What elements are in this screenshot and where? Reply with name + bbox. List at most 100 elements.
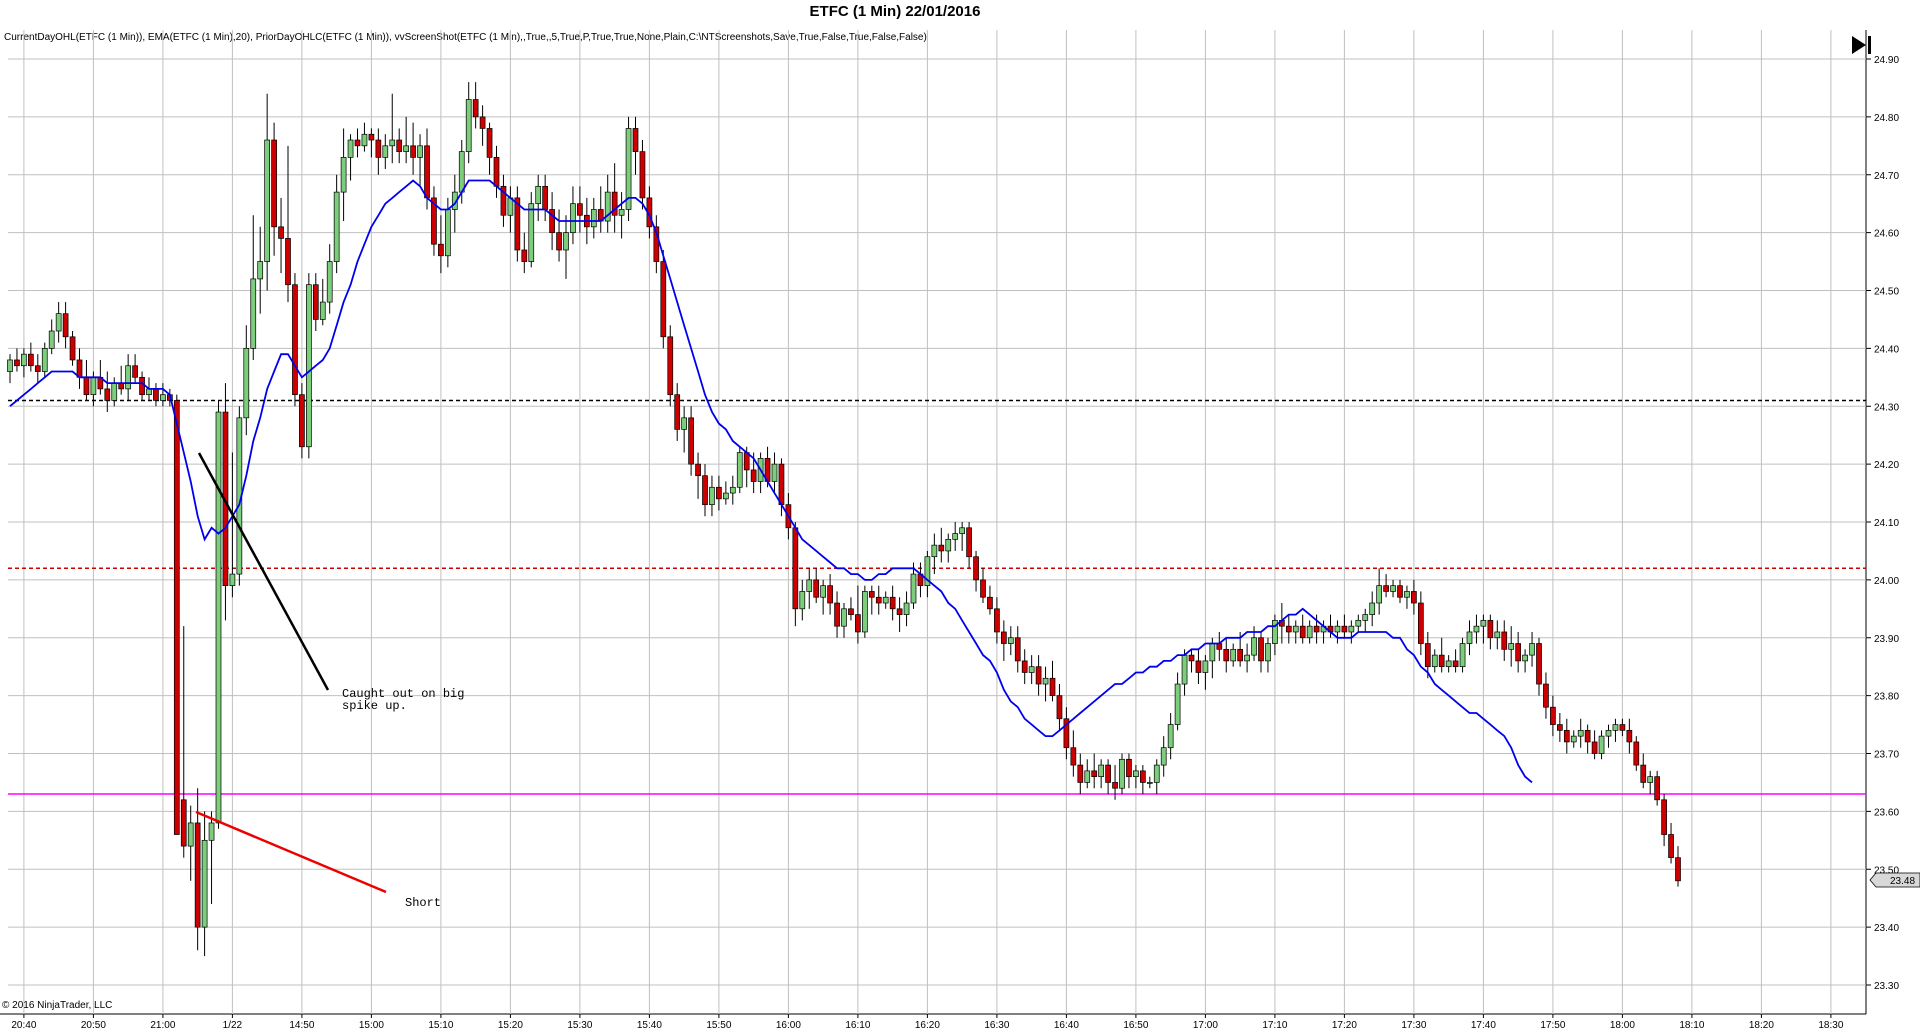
candle-body (354, 139, 361, 147)
candle (312, 273, 319, 332)
candle (618, 192, 625, 239)
candle-body (1251, 637, 1257, 656)
candle-body (243, 348, 250, 419)
candle-body (792, 527, 799, 610)
candle-body (834, 602, 840, 627)
candle (1334, 620, 1341, 644)
candle (472, 82, 479, 129)
candle-body (750, 469, 757, 482)
candle-body (1612, 724, 1619, 731)
candle-body (1654, 776, 1661, 801)
candle (792, 522, 799, 627)
time-tick-label: 17:20 (1332, 1020, 1357, 1031)
candle (1612, 718, 1619, 742)
candle (1556, 712, 1563, 742)
candle (1139, 765, 1146, 795)
scroll-to-end-icon[interactable] (1852, 36, 1871, 54)
candle-body (1424, 643, 1431, 668)
candle-body (1640, 764, 1647, 783)
candle (681, 406, 688, 453)
candle-body (820, 585, 827, 598)
candle (1355, 614, 1362, 632)
candle (882, 591, 889, 609)
time-tick-label: 14:50 (289, 1020, 314, 1031)
time-tick-label: 17:00 (1193, 1020, 1218, 1031)
candle (1049, 660, 1056, 702)
candle (1223, 637, 1230, 673)
candle (1153, 759, 1160, 795)
candle-body (215, 411, 222, 824)
time-tick-label: 18:30 (1818, 1020, 1843, 1031)
candle (1028, 655, 1035, 685)
candle-body (945, 539, 952, 552)
candle-body (695, 463, 701, 477)
candle (611, 163, 618, 233)
candle (76, 348, 83, 389)
candle-body (882, 596, 889, 604)
chart-title: ETFC (1 Min) 22/01/2016 (810, 3, 981, 20)
candle (896, 597, 903, 632)
candle (1570, 730, 1577, 748)
candle (695, 452, 701, 499)
candle-body (577, 203, 583, 216)
candle (716, 475, 722, 511)
candle-body (521, 249, 528, 262)
candle-body (861, 591, 868, 633)
candle (528, 192, 535, 268)
price-tick-label: 24.60 (1874, 229, 1899, 240)
candle (945, 533, 952, 563)
candle (702, 464, 708, 517)
candle-body (1536, 643, 1542, 685)
candle (1633, 736, 1640, 771)
candle (521, 232, 528, 274)
candle-body (1202, 660, 1209, 673)
last-price-label: 23.48 (1890, 876, 1915, 887)
candle-body (722, 492, 729, 500)
candle (465, 82, 472, 164)
candle-body (1626, 729, 1633, 743)
last-price-marker: 23.48 (1869, 872, 1920, 888)
candle-body (278, 226, 284, 239)
candle (417, 134, 423, 187)
candles (7, 82, 1681, 957)
candle-body (1550, 706, 1556, 725)
candle-body (389, 139, 396, 147)
candle (1473, 614, 1480, 644)
candle (354, 128, 361, 158)
candle-body (1668, 834, 1674, 859)
candle (674, 383, 681, 441)
candle (570, 186, 576, 245)
candle-body (1355, 620, 1362, 627)
candle-body (966, 527, 972, 558)
candle (396, 128, 403, 164)
candlestick-chart: ETFC (1 Min) 22/01/2016 CurrentDayOHL(ET… (0, 3, 1920, 1031)
candle-body (563, 232, 569, 251)
candle-body (41, 348, 48, 372)
candle-body (1438, 654, 1445, 668)
candle (69, 331, 76, 366)
time-tick-label: 15:20 (498, 1020, 523, 1031)
candle-body (160, 394, 166, 401)
candle-body (48, 330, 55, 349)
candle-body (1139, 770, 1146, 783)
candle (347, 134, 354, 181)
candle (7, 354, 13, 384)
candle (1543, 672, 1549, 719)
candle-body (1265, 643, 1271, 662)
candle-body (153, 388, 159, 401)
candle (361, 122, 368, 152)
candle (403, 116, 409, 164)
candle-body (931, 544, 938, 558)
time-tick-label: 15:00 (359, 1020, 384, 1031)
candle-body (903, 602, 910, 615)
candle-body (1341, 625, 1348, 633)
candle (21, 348, 27, 378)
candle (1007, 626, 1014, 656)
candle (1605, 724, 1612, 748)
time-tick-label: 1/22 (223, 1020, 243, 1031)
candle-body (1167, 724, 1174, 749)
candle (938, 527, 945, 563)
candle (153, 383, 159, 407)
candle (55, 302, 62, 343)
candle (34, 354, 41, 384)
